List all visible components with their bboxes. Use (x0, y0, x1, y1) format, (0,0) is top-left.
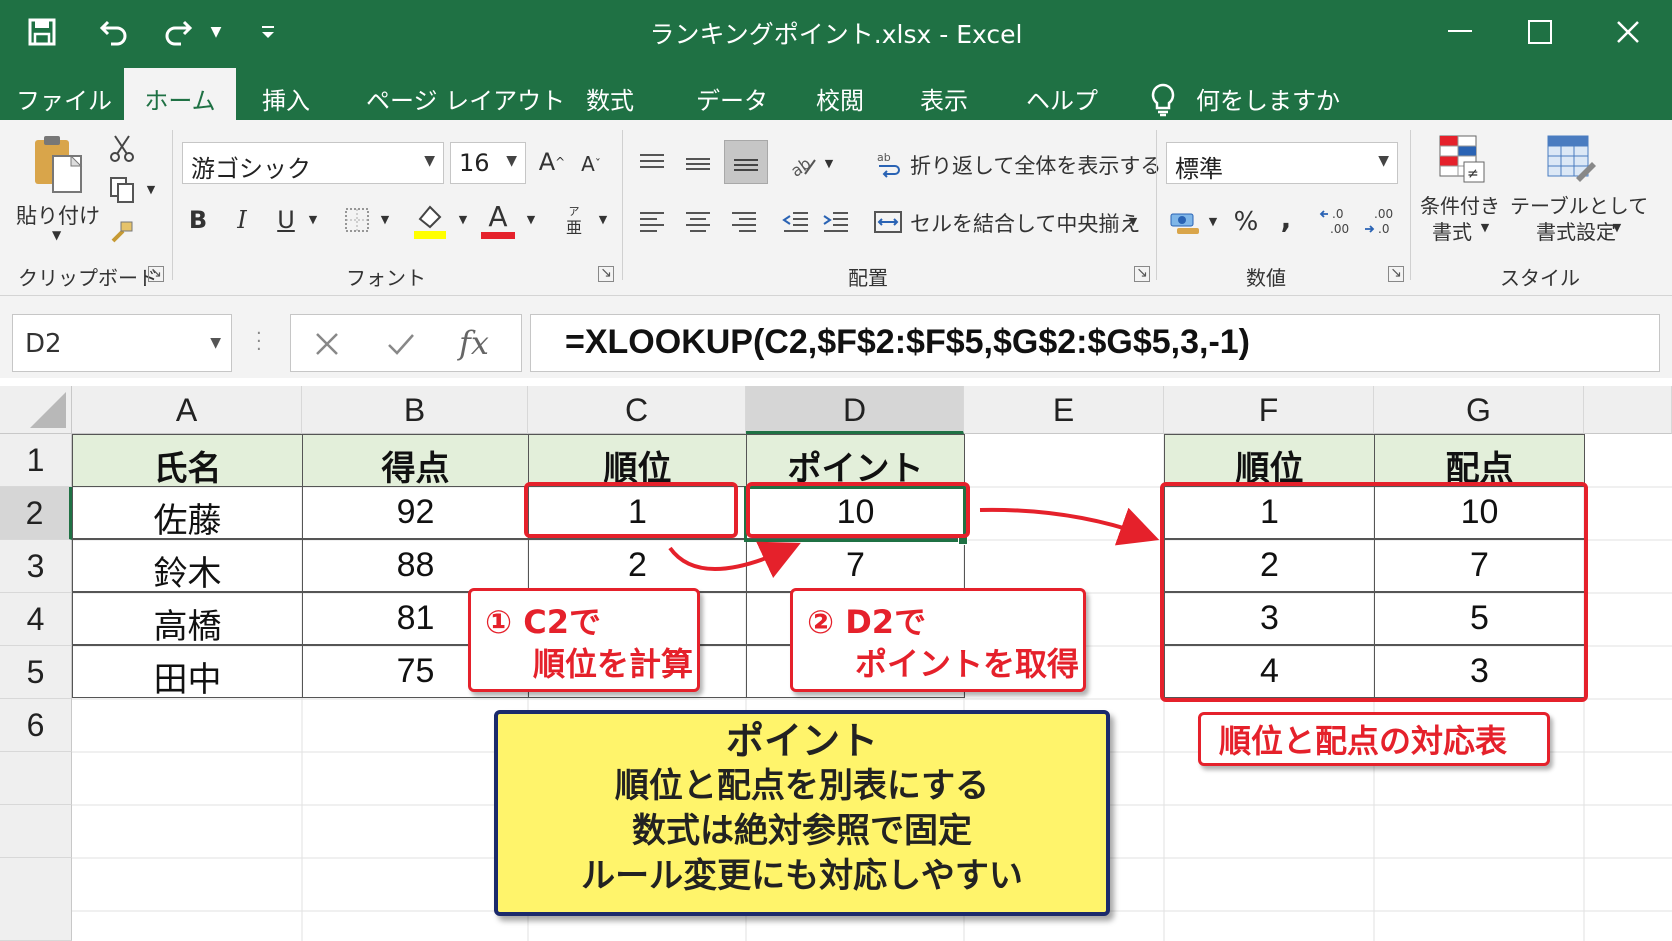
callout-step1: ① C2で 順位を計算 (468, 588, 700, 692)
lookup-table-caption: 順位と配点の対応表 (1198, 712, 1550, 766)
point-note-line-3: ルール変更にも対応しやすい (581, 856, 1023, 896)
arrow-c2-to-d2 (668, 541, 801, 578)
point-note: ポイント 順位と配点を別表にする 数式は絶対参照で固定 ルール変更にも対応しやす… (494, 710, 1110, 916)
point-note-title: ポイント (725, 719, 878, 763)
arrow-d2-to-lookup (979, 507, 1160, 546)
point-note-line-1: 順位と配点を別表にする (614, 766, 990, 806)
callout-step2-line1: ② D2で (807, 603, 927, 641)
callout-step2-line2: ポイントを取得 (855, 645, 1080, 683)
callout-step1-line2: 順位を計算 (533, 645, 694, 683)
point-note-line-2: 数式は絶対参照で固定 (632, 811, 972, 851)
callout-step1-line1: ① C2で (485, 603, 601, 641)
callout-step2: ② D2で ポイントを取得 (790, 588, 1086, 692)
